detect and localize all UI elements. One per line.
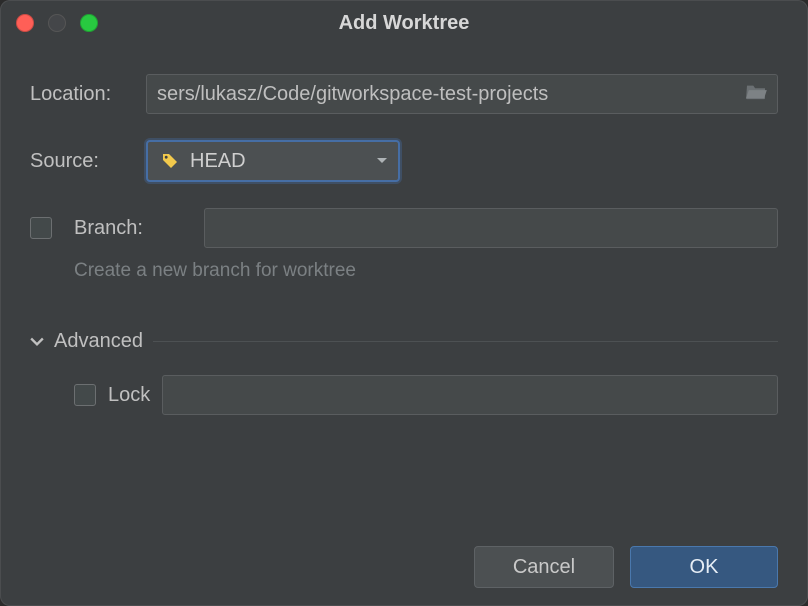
chevron-down-icon: [30, 335, 44, 349]
branch-name-input[interactable]: [204, 208, 778, 248]
cancel-button[interactable]: Cancel: [474, 546, 614, 588]
location-label: Location:: [30, 83, 138, 106]
source-label: Source:: [30, 150, 138, 173]
lock-label: Lock: [108, 384, 150, 407]
location-field[interactable]: sers/lukasz/Code/gitworkspace-test-proje…: [146, 74, 778, 114]
section-divider: [153, 341, 778, 342]
location-value: sers/lukasz/Code/gitworkspace-test-proje…: [157, 83, 739, 106]
advanced-label: Advanced: [54, 330, 143, 353]
branch-helper-text: Create a new branch for worktree: [74, 260, 778, 282]
location-row: Location: sers/lukasz/Code/gitworkspace-…: [30, 74, 778, 114]
window-title: Add Worktree: [0, 12, 808, 35]
source-value: HEAD: [190, 150, 366, 173]
minimize-window-button[interactable]: [48, 14, 66, 32]
lock-checkbox[interactable]: [74, 384, 96, 406]
lock-reason-input[interactable]: [162, 375, 778, 415]
close-window-button[interactable]: [16, 14, 34, 32]
branch-row: Branch:: [30, 208, 778, 248]
cancel-button-label: Cancel: [513, 556, 575, 579]
dialog-add-worktree: Add Worktree Location: sers/lukasz/Code/…: [0, 0, 808, 606]
ok-button-label: OK: [690, 556, 719, 579]
branch-label: Branch:: [74, 217, 143, 240]
window-controls: [16, 14, 98, 32]
lock-row: Lock: [74, 375, 778, 415]
branch-checkbox[interactable]: [30, 217, 52, 239]
titlebar: Add Worktree: [0, 0, 808, 46]
dialog-footer: Cancel OK: [30, 526, 778, 588]
chevron-down-icon: [376, 150, 388, 173]
advanced-section-header[interactable]: Advanced: [30, 330, 778, 353]
tag-icon: [160, 151, 180, 171]
dialog-content: Location: sers/lukasz/Code/gitworkspace-…: [0, 46, 808, 606]
browse-folder-icon[interactable]: [739, 82, 767, 106]
source-combobox[interactable]: HEAD: [146, 140, 400, 182]
zoom-window-button[interactable]: [80, 14, 98, 32]
ok-button[interactable]: OK: [630, 546, 778, 588]
source-row: Source: HEAD: [30, 140, 778, 182]
